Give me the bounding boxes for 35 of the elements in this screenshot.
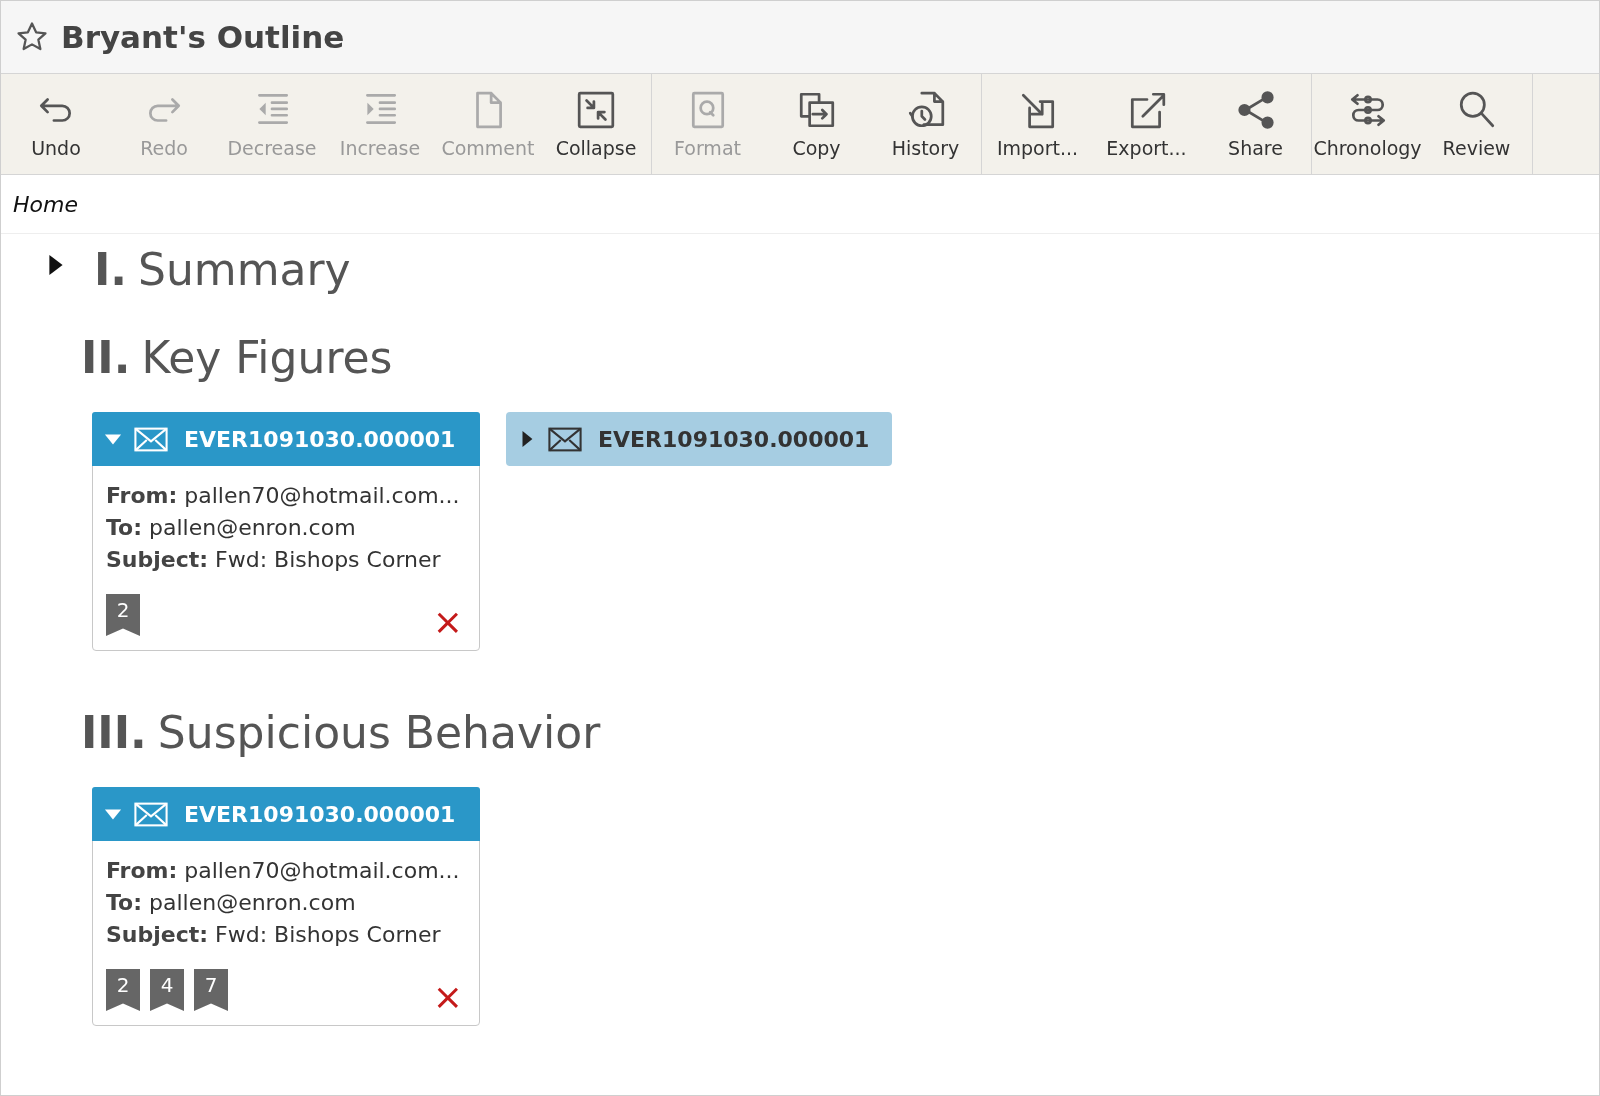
subject-line: Subject: Fwd: Bishops Corner bbox=[106, 921, 442, 949]
bookmark-tag[interactable]: 7 bbox=[194, 969, 228, 1011]
review-button[interactable]: Review bbox=[1422, 74, 1531, 174]
from-line: From: pallen70@hotmail.com... bbox=[106, 482, 461, 510]
collapse-button[interactable]: Collapse bbox=[542, 74, 650, 174]
section-number: III. bbox=[81, 706, 147, 760]
to-line: To: pallen@enron.com bbox=[106, 514, 357, 542]
to-line: To: pallen@enron.com bbox=[106, 889, 357, 917]
section-title[interactable]: Suspicious Behavior bbox=[157, 705, 601, 761]
delete-button[interactable]: × bbox=[428, 983, 467, 1011]
undo-button[interactable]: Undo bbox=[2, 74, 110, 174]
copy-button[interactable]: Copy bbox=[762, 74, 871, 174]
bookmark-tag[interactable]: 2 bbox=[106, 969, 140, 1011]
breadcrumb-link[interactable]: Home bbox=[13, 191, 78, 217]
section-title[interactable]: Summary bbox=[138, 242, 351, 298]
export-button[interactable]: Export... bbox=[1092, 74, 1201, 174]
bookmark-tag[interactable]: 2 bbox=[106, 594, 140, 636]
from-line: From: pallen70@hotmail.com... bbox=[106, 857, 461, 885]
section-number: II. bbox=[81, 331, 131, 385]
envelope-icon bbox=[134, 801, 168, 827]
envelope-icon bbox=[548, 426, 582, 452]
history-button[interactable]: History bbox=[871, 74, 980, 174]
expand-arrow-icon[interactable] bbox=[48, 254, 64, 276]
section-title[interactable]: Key Figures bbox=[141, 330, 393, 386]
subject-line: Subject: Fwd: Bishops Corner bbox=[106, 546, 442, 574]
share-button[interactable]: Share bbox=[1201, 74, 1310, 174]
bookmark-tag[interactable]: 4 bbox=[150, 969, 184, 1011]
delete-button[interactable]: × bbox=[428, 608, 467, 636]
section-number: I. bbox=[92, 243, 127, 297]
window-title: Bryant's Outline bbox=[61, 19, 345, 55]
envelope-icon bbox=[134, 426, 168, 452]
collapse-icon bbox=[575, 89, 617, 131]
document-header[interactable]: EVER1091030.000001 bbox=[506, 412, 892, 466]
chronology-button[interactable]: Chronology bbox=[1313, 74, 1422, 174]
import-button[interactable]: Import... bbox=[983, 74, 1092, 174]
